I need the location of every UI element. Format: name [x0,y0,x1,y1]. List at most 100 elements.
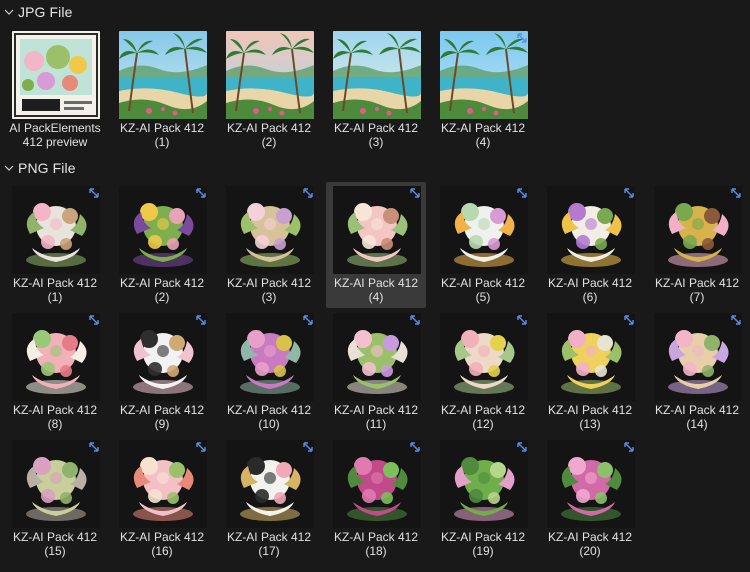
file-name-line1: KZ-AI Pack 412 [12,403,98,417]
file-name-line1: KZ-AI Pack 412 [12,530,98,544]
file-name: KZ-AI Pack 412 (4) [430,121,536,149]
file-name-line1: KZ-AI Pack 412 [119,121,205,135]
file-name: KZ-AI Pack 412 (7) [644,276,750,304]
file-name-line1: KZ-AI Pack 412 [654,276,740,290]
sync-arrows-icon [408,186,422,200]
file-name-line1: KZ-AI Pack 412 [547,530,633,544]
file-name-line2: (3) [368,135,384,149]
file-name-line2: (11) [365,417,387,431]
file-tile[interactable]: KZ-AI Pack 412 (4) [326,182,426,308]
file-name-line2: (18) [365,544,387,558]
file-tile[interactable]: KZ-AI Pack 412 (14) [647,309,747,435]
file-name-line2: (16) [151,544,173,558]
sync-arrows-icon [87,313,101,327]
file-tile[interactable]: KZ-AI Pack 412 (12) [433,309,533,435]
sync-arrows-icon [622,313,636,327]
file-name-line2: (20) [579,544,601,558]
file-tile[interactable]: KZ-AI Pack 412 (19) [433,436,533,562]
sync-arrows-icon [301,186,315,200]
file-name: KZ-AI Pack 412 (3) [323,121,429,149]
file-name-line2: (2) [261,135,277,149]
file-tile[interactable]: KZ-AI Pack 412 (5) [433,182,533,308]
file-name-line2: (8) [47,417,63,431]
file-name: KZ-AI Pack 412 (15) [2,530,108,558]
file-name: KZ-AI Pack 412 (16) [109,530,215,558]
file-tile[interactable]: KZ-AI Pack 412 (11) [326,309,426,435]
file-tile[interactable]: KZ-AI Pack 412 (1) [5,182,105,308]
file-name: KZ-AI Pack 412 (17) [216,530,322,558]
file-name-line1: KZ-AI Pack 412 [226,121,312,135]
file-tile[interactable]: KZ-AI Pack 412 (20) [540,436,640,562]
file-name: KZ-AI Pack 412 (19) [430,530,536,558]
file-name: KZ-AI Pack 412 (20) [537,530,643,558]
file-name-line1: KZ-AI Pack 412 [333,403,419,417]
file-name-line2: (9) [154,417,170,431]
file-name: KZ-AI Pack 412 (10) [216,403,322,431]
file-tile[interactable]: KZ-AI Pack 412 (9) [112,309,212,435]
file-tile[interactable]: KZ-AI Pack 412 (18) [326,436,426,562]
file-name-line1: KZ-AI Pack 412 [119,530,205,544]
file-name-line2: (6) [582,290,598,304]
file-name-line2: 412 preview [22,135,88,149]
group-header-png[interactable]: PNG File [0,157,750,179]
sync-arrows-icon [622,186,636,200]
chevron-down-icon[interactable] [2,161,16,175]
file-name-line1: KZ-AI Pack 412 [440,403,526,417]
file-tile[interactable]: KZ-AI Pack 412 (15) [5,436,105,562]
group-title: JPG File [18,4,73,20]
sync-arrows-icon [622,440,636,454]
chevron-down-icon[interactable] [2,5,16,19]
file-name-line1: KZ-AI Pack 412 [226,403,312,417]
file-name-line1: KZ-AI Pack 412 [654,403,740,417]
file-name: KZ-AI Pack 412 (5) [430,276,536,304]
file-name: KZ-AI Pack 412 (1) [109,121,215,149]
sync-arrows-icon [729,186,743,200]
file-tile[interactable]: AI PackElements 412 preview [5,27,105,153]
file-tile[interactable]: KZ-AI Pack 412 (2) [219,27,319,153]
file-tile[interactable]: KZ-AI Pack 412 (3) [219,182,319,308]
file-tile[interactable]: KZ-AI Pack 412 (2) [112,182,212,308]
file-name-line2: (1) [154,135,170,149]
file-tile[interactable]: KZ-AI Pack 412 (4) [433,27,533,153]
file-name-line2: (2) [154,290,170,304]
file-tile[interactable]: KZ-AI Pack 412 (16) [112,436,212,562]
file-name-line1: KZ-AI Pack 412 [226,276,312,290]
file-tile[interactable]: KZ-AI Pack 412 (1) [112,27,212,153]
file-name-line1: KZ-AI Pack 412 [440,121,526,135]
file-name-line2: (14) [686,417,708,431]
file-tile[interactable]: KZ-AI Pack 412 (17) [219,436,319,562]
file-thumbnail [226,31,314,119]
group-title: PNG File [18,160,76,176]
sync-arrows-icon [408,440,422,454]
sync-arrows-icon [194,186,208,200]
file-tile[interactable]: KZ-AI Pack 412 (13) [540,309,640,435]
file-thumbnail [333,31,421,119]
file-name-line2: (4) [475,135,491,149]
file-name-line1: KZ-AI Pack 412 [119,403,205,417]
file-name: KZ-AI Pack 412 (14) [644,403,750,431]
file-name: KZ-AI Pack 412 (4) [323,276,429,304]
sync-arrows-icon [87,186,101,200]
file-tile[interactable]: KZ-AI Pack 412 (10) [219,309,319,435]
file-name-line1: KZ-AI Pack 412 [226,530,312,544]
file-name-line1: KZ-AI Pack 412 [440,530,526,544]
sync-arrows-icon [515,186,529,200]
file-name-line2: (7) [689,290,705,304]
file-name-line2: (19) [472,544,494,558]
file-name: KZ-AI Pack 412 (18) [323,530,429,558]
file-name-line1: KZ-AI Pack 412 [333,276,419,290]
file-name-line2: (1) [47,290,63,304]
file-tile[interactable]: KZ-AI Pack 412 (8) [5,309,105,435]
file-tile[interactable]: KZ-AI Pack 412 (6) [540,182,640,308]
sync-arrows-icon [301,313,315,327]
file-name-line1: KZ-AI Pack 412 [12,276,98,290]
file-name-line1: KZ-AI Pack 412 [333,121,419,135]
file-name: KZ-AI Pack 412 (13) [537,403,643,431]
file-tile[interactable]: KZ-AI Pack 412 (7) [647,182,747,308]
file-name-line1: KZ-AI Pack 412 [119,276,205,290]
sync-arrows-icon [729,313,743,327]
file-tile[interactable]: KZ-AI Pack 412 (3) [326,27,426,153]
file-name: KZ-AI Pack 412 (3) [216,276,322,304]
group-header-jpg[interactable]: JPG File [0,1,750,23]
file-name-line2: (10) [258,417,280,431]
